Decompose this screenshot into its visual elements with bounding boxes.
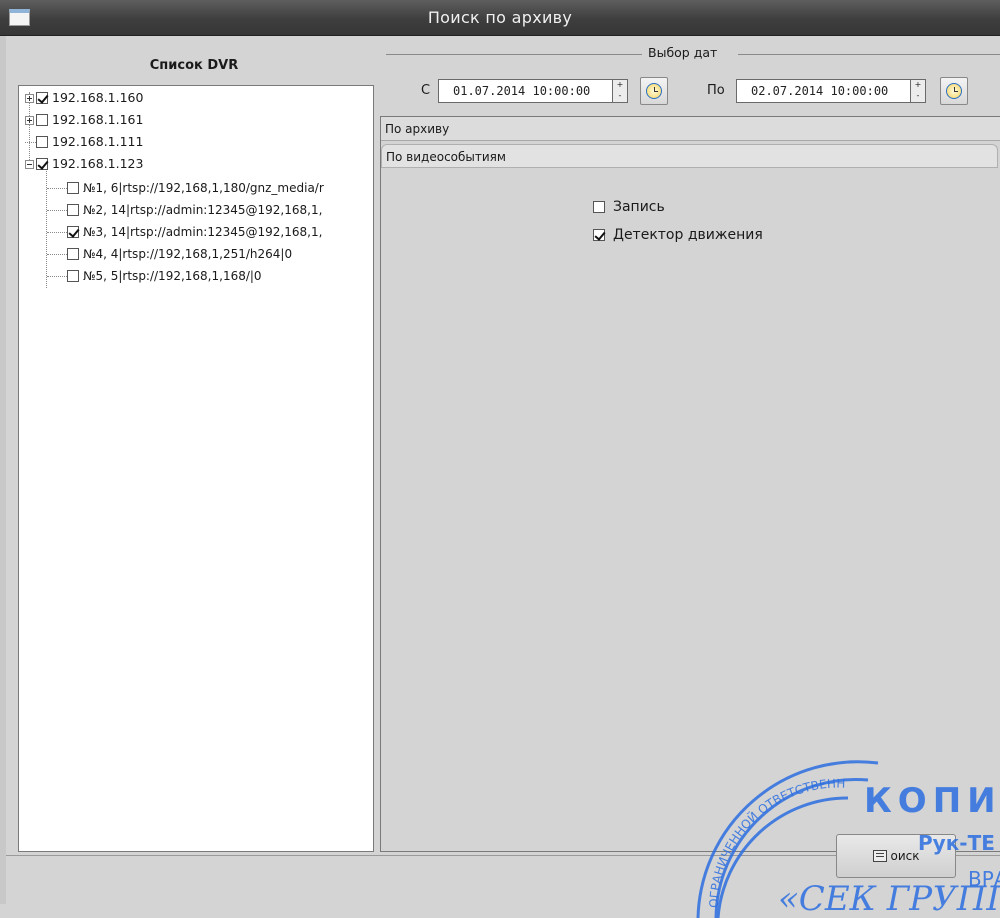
dvr-checkbox[interactable] xyxy=(36,114,48,126)
from-date-spinner[interactable]: + - xyxy=(612,79,628,103)
date-group-border xyxy=(386,54,642,55)
tree-item-dvr[interactable]: 192.168.1.111 xyxy=(25,131,143,153)
search-button[interactable]: оиск xyxy=(836,834,956,878)
dvr-label: 192.168.1.161 xyxy=(52,112,144,127)
from-label: С xyxy=(421,83,431,98)
spin-up-icon[interactable]: + xyxy=(911,80,925,91)
window-title: Поиск по архиву xyxy=(427,8,573,27)
spin-down-icon[interactable]: - xyxy=(911,91,925,102)
camera-label: №5, 5|rtsp://192,168,1,168/|0 xyxy=(83,269,262,283)
collapse-icon[interactable] xyxy=(25,159,34,169)
tree-item-dvr[interactable]: 192.168.1.160 xyxy=(25,87,143,109)
expand-icon[interactable] xyxy=(25,115,34,125)
camera-label: №1, 6|rtsp://192,168,1,180/gnz_media/r xyxy=(83,181,324,195)
tree-item-dvr[interactable]: 192.168.1.123 xyxy=(25,153,143,175)
dvr-tree[interactable]: 192.168.1.160 192.168.1.161 192.168.1.11… xyxy=(18,85,374,852)
tree-item-camera[interactable]: №2, 14|rtsp://admin:12345@192,168,1, xyxy=(67,199,322,221)
camera-label: №3, 14|rtsp://admin:12345@192,168,1, xyxy=(83,225,323,239)
dvr-checkbox[interactable] xyxy=(36,158,48,170)
date-group-border xyxy=(738,54,1000,55)
recording-checkbox[interactable] xyxy=(593,201,605,213)
date-group-label: Выбор дат xyxy=(645,45,721,60)
tree-branch-line xyxy=(25,141,36,143)
recording-label: Запись xyxy=(613,199,665,215)
dvr-checkbox[interactable] xyxy=(36,92,48,104)
motion-detector-label: Детектор движения xyxy=(613,227,763,243)
to-date-spinner[interactable]: + - xyxy=(910,79,926,103)
from-time-picker-button[interactable] xyxy=(640,77,668,105)
tab-video-events[interactable]: По видеособытиям xyxy=(381,144,998,168)
tree-item-camera[interactable]: №3, 14|rtsp://admin:12345@192,168,1, xyxy=(67,221,322,243)
dvr-label: 192.168.1.123 xyxy=(52,156,144,171)
camera-label: №4, 4|rtsp://192,168,1,251/h264|0 xyxy=(83,247,293,261)
tree-item-dvr[interactable]: 192.168.1.161 xyxy=(25,109,143,131)
camera-label: №2, 14|rtsp://admin:12345@192,168,1, xyxy=(83,203,323,217)
window-titlebar[interactable]: Поиск по архиву xyxy=(0,0,1000,36)
dvr-list-header: Список DVR xyxy=(149,58,239,73)
binoculars-icon xyxy=(872,850,887,862)
motion-detector-checkbox[interactable] xyxy=(593,229,605,241)
camera-checkbox[interactable] xyxy=(67,270,79,282)
camera-checkbox[interactable] xyxy=(67,226,79,238)
spin-up-icon[interactable]: + xyxy=(613,80,627,91)
option-recording[interactable]: Запись xyxy=(593,199,665,215)
camera-checkbox[interactable] xyxy=(67,204,79,216)
dvr-checkbox[interactable] xyxy=(36,136,48,148)
search-options-panel: По архиву По видеособытиям Запись Детект… xyxy=(380,116,1000,852)
tree-item-camera[interactable]: №1, 6|rtsp://192,168,1,180/gnz_media/r xyxy=(67,177,324,199)
clock-icon xyxy=(646,83,662,99)
camera-checkbox[interactable] xyxy=(67,248,79,260)
tree-item-camera[interactable]: №4, 4|rtsp://192,168,1,251/h264|0 xyxy=(67,243,292,265)
to-date-input[interactable]: 02.07.2014 10:00:00 xyxy=(736,79,910,103)
clock-icon xyxy=(946,83,962,99)
tree-item-camera[interactable]: №5, 5|rtsp://192,168,1,168/|0 xyxy=(67,265,262,287)
to-time-picker-button[interactable] xyxy=(940,77,968,105)
spin-down-icon[interactable]: - xyxy=(613,91,627,102)
to-label: По xyxy=(707,83,725,98)
dvr-label: 192.168.1.160 xyxy=(52,90,144,105)
option-motion-detector[interactable]: Детектор движения xyxy=(593,227,763,243)
dvr-label: 192.168.1.111 xyxy=(52,134,144,149)
search-button-label: оиск xyxy=(890,849,920,863)
from-date-input[interactable]: 01.07.2014 10:00:00 xyxy=(438,79,612,103)
tab-archive[interactable]: По архиву xyxy=(381,117,1000,141)
camera-checkbox[interactable] xyxy=(67,182,79,194)
expand-icon[interactable] xyxy=(25,93,34,103)
